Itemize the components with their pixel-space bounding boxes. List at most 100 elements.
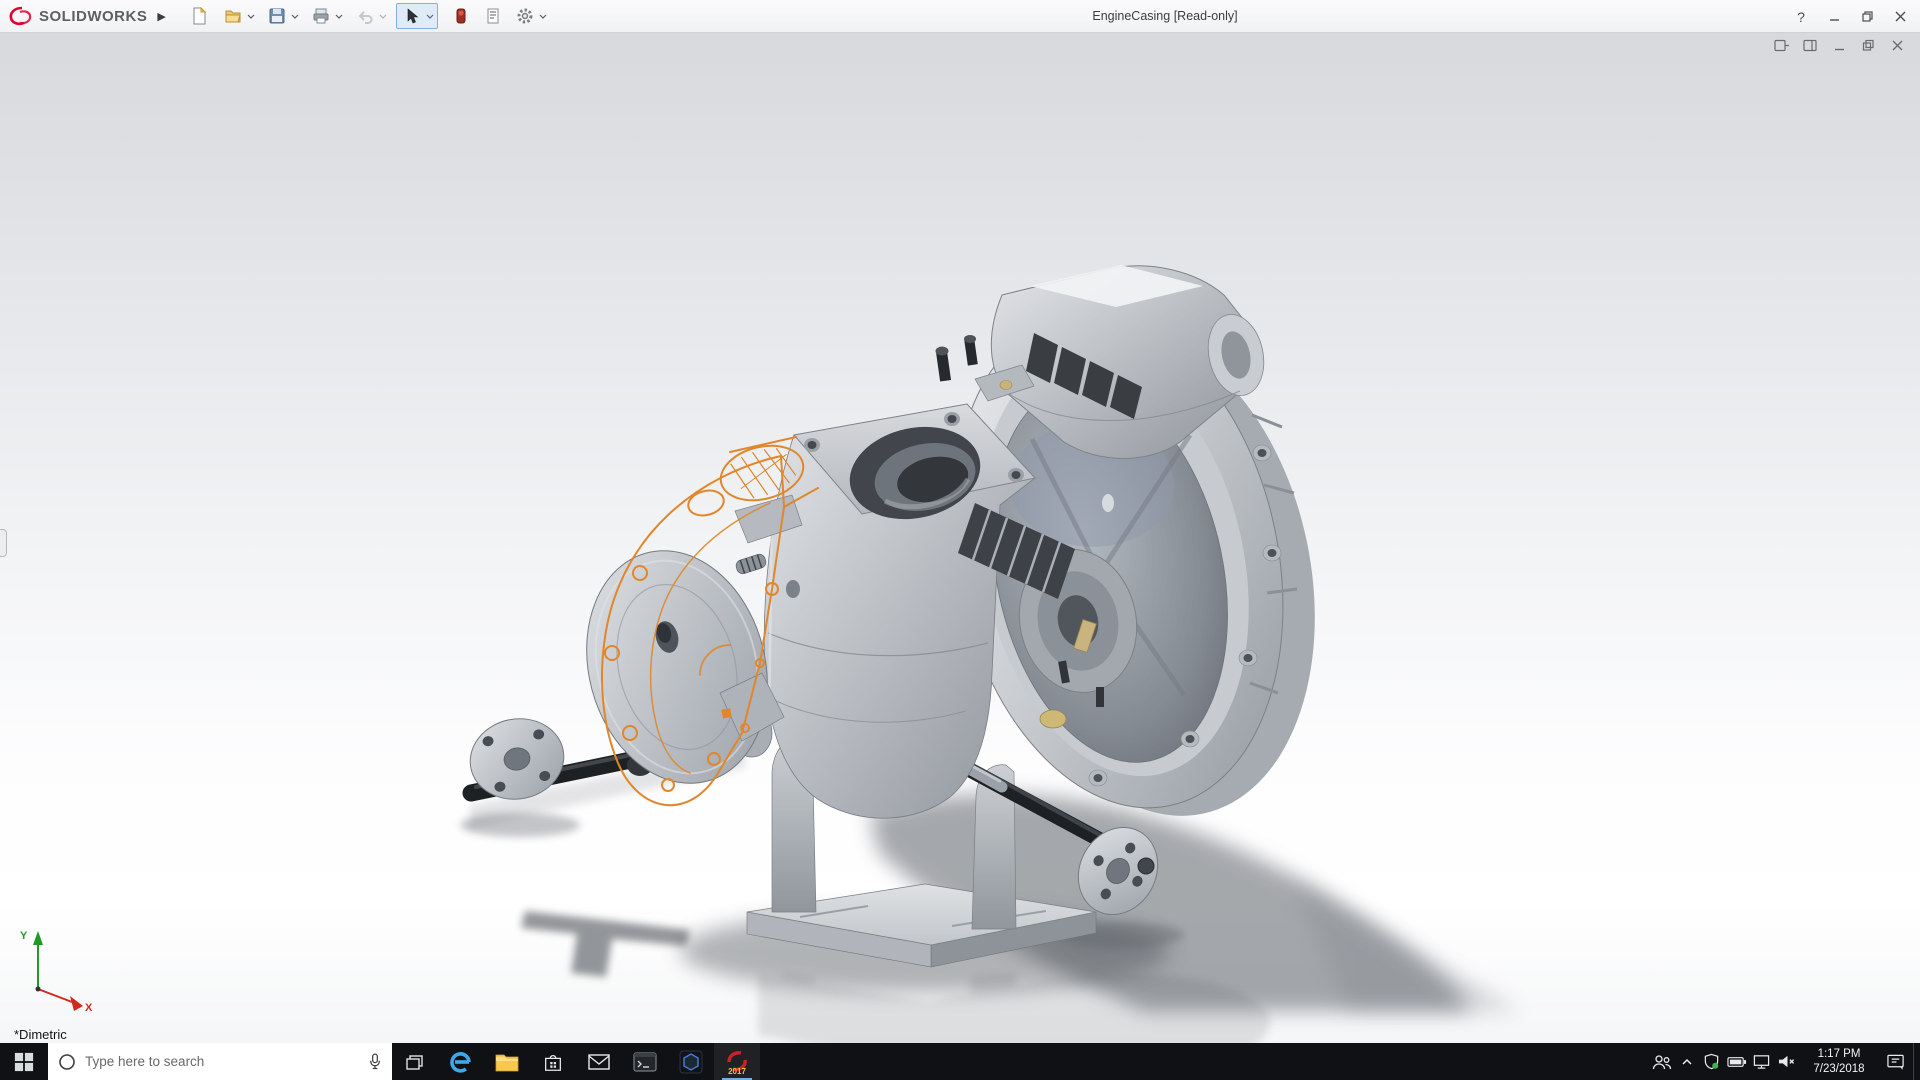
file-properties-button[interactable] (480, 4, 506, 28)
open-folder-icon (224, 7, 242, 25)
doc-close-icon (1891, 39, 1905, 52)
solidworks-logo: SOLIDWORKS (8, 6, 147, 26)
options-button[interactable] (512, 4, 538, 28)
start-button[interactable] (0, 1043, 48, 1080)
help-button[interactable]: ? (1789, 5, 1813, 29)
chevron-down-icon (247, 14, 255, 19)
select-dropdown[interactable] (425, 4, 435, 28)
select-tool-button[interactable] (399, 4, 425, 28)
doc-close-button[interactable] (1890, 38, 1906, 52)
doc-restore-button[interactable] (1861, 38, 1877, 52)
quick-access-toolbar (186, 3, 548, 29)
chevron-down-icon (539, 14, 547, 19)
triad-y-arrow (33, 931, 43, 945)
print-dropdown[interactable] (334, 4, 344, 28)
taskbar-search[interactable] (48, 1043, 392, 1080)
search-input[interactable] (85, 1054, 359, 1069)
open-button[interactable] (220, 4, 246, 28)
undo-icon (356, 7, 374, 25)
open-dropdown[interactable] (246, 4, 256, 28)
restore-button[interactable] (1855, 5, 1879, 29)
taskbar-edge-button[interactable] (438, 1043, 484, 1080)
restore-icon (1861, 10, 1874, 23)
3d-scene[interactable] (0, 33, 1920, 1043)
spring-coil (735, 553, 768, 576)
taskbar-mail-button[interactable] (576, 1043, 622, 1080)
taskbar-file-explorer-button[interactable] (484, 1043, 530, 1080)
file-explorer-icon (495, 1052, 519, 1072)
titlebar: SOLIDWORKS ▶ (0, 0, 1920, 33)
terminal-app-icon (633, 1052, 657, 1072)
chevron-down-icon (426, 14, 434, 19)
tray-battery-button[interactable] (1724, 1043, 1749, 1080)
tray-network-button[interactable] (1749, 1043, 1774, 1080)
select-cursor-icon (404, 8, 420, 24)
chevron-down-icon (379, 14, 387, 19)
view-orientation-label: *Dimetric (14, 1027, 67, 1042)
action-center-icon (1886, 1053, 1906, 1071)
doc-minimize-button[interactable] (1832, 38, 1848, 52)
taskbar-solidworks-button[interactable]: 2017 (714, 1043, 760, 1080)
save-dropdown[interactable] (290, 4, 300, 28)
orientation-triad: Y X (14, 925, 98, 1017)
pane-toggle-right-icon (1803, 39, 1819, 52)
dark-cube-app-icon (679, 1050, 703, 1074)
doc-minimize-icon (1833, 39, 1847, 52)
select-tool-active (396, 3, 438, 29)
pane-toggle-right-button[interactable] (1803, 38, 1819, 52)
tray-show-hidden-button[interactable] (1674, 1043, 1699, 1080)
minimize-button[interactable] (1822, 5, 1846, 29)
chevron-up-icon (1679, 1054, 1695, 1070)
windows-logo-icon (14, 1052, 34, 1072)
taskbar-cad-tool-button[interactable] (668, 1043, 714, 1080)
pane-splitter-handle[interactable] (0, 529, 7, 557)
options-dropdown[interactable] (538, 4, 548, 28)
menu-flyout-button[interactable]: ▶ (157, 10, 165, 23)
close-button[interactable] (1888, 5, 1912, 29)
microphone-icon[interactable] (368, 1052, 382, 1071)
taskbar-spacer (760, 1043, 1649, 1080)
window-controls: ? (1789, 0, 1912, 33)
undo-dropdown[interactable] (378, 4, 388, 28)
pane-toggle-left-button[interactable] (1774, 38, 1790, 52)
rebuild-icon (452, 7, 470, 25)
taskbar-store-button[interactable] (530, 1043, 576, 1080)
people-icon (1652, 1053, 1672, 1071)
network-icon (1752, 1053, 1771, 1070)
graphics-area[interactable]: Y X *Dimetric (0, 33, 1920, 1043)
taskbar: 2017 (0, 1043, 1920, 1080)
solidworks-window: SOLIDWORKS ▶ (0, 0, 1920, 1080)
save-button[interactable] (264, 4, 290, 28)
print-button[interactable] (308, 4, 334, 28)
tray-volume-button[interactable] (1774, 1043, 1799, 1080)
print-icon (312, 7, 330, 25)
doc-restore-icon (1862, 39, 1876, 52)
taskbar-terminal-button[interactable] (622, 1043, 668, 1080)
mail-icon (587, 1052, 611, 1072)
undo-button[interactable] (352, 4, 378, 28)
solidworks-app-icon: 2017 (724, 1049, 750, 1075)
taskbar-clock[interactable]: 1:17 PM 7/23/2018 (1799, 1043, 1879, 1080)
edge-icon (449, 1050, 473, 1074)
minimize-icon (1828, 10, 1841, 23)
save-icon (268, 7, 286, 25)
action-center-button[interactable] (1879, 1043, 1913, 1080)
new-document-icon (190, 7, 208, 25)
show-desktop-button[interactable] (1913, 1043, 1920, 1080)
tray-defender-button[interactable] (1699, 1043, 1724, 1080)
engine-casing-body[interactable] (561, 265, 1357, 846)
file-properties-icon (484, 7, 502, 25)
pane-toggle-left-icon (1774, 39, 1790, 52)
defender-shield-icon (1703, 1053, 1720, 1070)
gear-icon (516, 7, 534, 25)
tray-people-button[interactable] (1649, 1043, 1674, 1080)
triad-x-label: X (85, 1002, 93, 1014)
task-view-icon (405, 1052, 425, 1072)
clock-date: 7/23/2018 (1813, 1062, 1864, 1077)
solidworks-version-badge: 2017 (728, 1067, 746, 1075)
triad-y-label: Y (20, 930, 28, 942)
document-title: EngineCasing [Read-only] (1092, 0, 1237, 33)
task-view-button[interactable] (392, 1043, 438, 1080)
new-document-button[interactable] (186, 4, 212, 28)
rebuild-button[interactable] (448, 4, 474, 28)
